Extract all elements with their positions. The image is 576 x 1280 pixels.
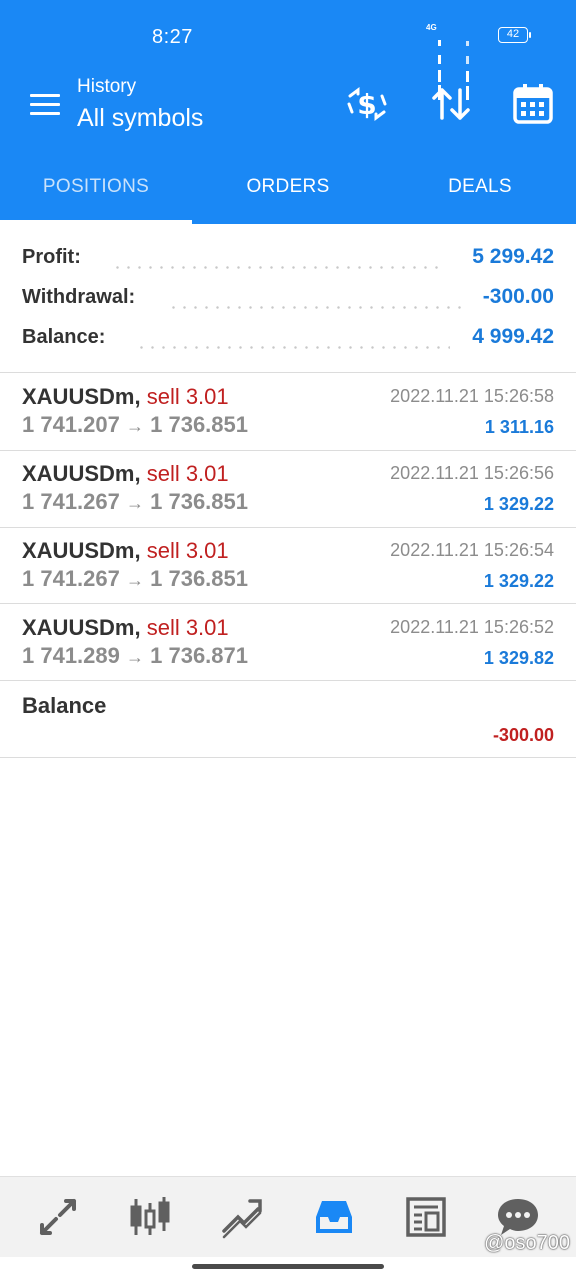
- withdrawal-value: -300.00: [482, 285, 554, 308]
- divider: [0, 372, 576, 373]
- news-icon[interactable]: [404, 1195, 448, 1239]
- deal-symbol: XAUUSDm,: [22, 615, 141, 640]
- deal-time: 2022.11.21 15:26:54: [390, 540, 554, 560]
- deposit-icon[interactable]: $: [346, 82, 388, 126]
- deal-open-price: 1 741.267: [22, 489, 120, 514]
- sort-icon[interactable]: [430, 82, 472, 126]
- deal-profit: 1 329.22: [483, 494, 554, 514]
- deal-close-price: 1 736.851: [150, 412, 248, 437]
- withdrawal-label: Withdrawal:: [22, 286, 136, 308]
- deal-close-price: 1 736.871: [150, 643, 248, 668]
- tab-orders[interactable]: ORDERS: [192, 150, 384, 224]
- chart-icon[interactable]: [128, 1195, 172, 1239]
- status-bar: 8:27 4G 42: [0, 0, 576, 100]
- deal-symbol-line: XAUUSDm, sell 3.01: [22, 538, 229, 564]
- dot-leader: [136, 346, 450, 349]
- arrow-right-icon: →: [126, 647, 144, 667]
- deal-row[interactable]: XAUUSDm, sell 3.01 2022.11.21 15:26:54 1…: [0, 528, 576, 604]
- deal-row[interactable]: XAUUSDm, sell 3.01 2022.11.21 15:26:58 1…: [0, 374, 576, 450]
- arrow-right-icon: →: [126, 493, 144, 513]
- arrow-right-icon: →: [126, 570, 144, 590]
- status-time: 8:27: [152, 26, 193, 48]
- divider: [0, 603, 576, 604]
- deal-close-price: 1 736.851: [150, 566, 248, 591]
- profit-value: 5 299.42: [472, 245, 554, 268]
- battery-icon: 42: [498, 27, 531, 43]
- watermark: @oso700: [484, 1232, 570, 1254]
- balance-row: Balance: 4 999.42: [0, 320, 576, 360]
- tab-positions[interactable]: POSITIONS: [0, 150, 192, 224]
- trade-icon[interactable]: [220, 1195, 264, 1239]
- svg-text:$: $: [357, 88, 376, 121]
- deal-profit: 1 311.16: [484, 417, 554, 437]
- balance-label: Balance:: [22, 326, 106, 348]
- deal-side: sell 3.01: [146, 384, 229, 409]
- deal-symbol-line: XAUUSDm, sell 3.01: [22, 384, 229, 410]
- deal-time: 2022.11.21 15:26:52: [390, 617, 554, 637]
- balance-value: 4 999.42: [472, 325, 554, 348]
- deal-prices: 1 741.267 → 1 736.851: [22, 489, 248, 515]
- profit-label: Profit:: [22, 246, 81, 268]
- calendar-icon[interactable]: [512, 82, 554, 126]
- deal-profit: 1 329.82: [483, 648, 554, 668]
- tab-deals[interactable]: DEALS: [384, 150, 576, 224]
- deal-symbol-line: XAUUSDm, sell 3.01: [22, 461, 229, 487]
- profit-row: Profit: 5 299.42: [0, 240, 576, 280]
- deal-close-price: 1 736.851: [150, 489, 248, 514]
- app-header: 8:27 4G 42 History All symbols $ POSITIO…: [0, 0, 576, 224]
- deal-side: sell 3.01: [146, 615, 229, 640]
- deal-prices: 1 741.207 → 1 736.851: [22, 412, 248, 438]
- header-title[interactable]: All symbols: [77, 104, 203, 133]
- divider: [0, 757, 576, 758]
- deal-row[interactable]: XAUUSDm, sell 3.01 2022.11.21 15:26:56 1…: [0, 451, 576, 527]
- deal-prices: 1 741.267 → 1 736.851: [22, 566, 248, 592]
- deal-symbol: XAUUSDm,: [22, 538, 141, 563]
- deal-side: sell 3.01: [146, 461, 229, 486]
- balance-entry-label: Balance: [22, 693, 107, 718]
- withdrawal-row: Withdrawal: -300.00: [0, 280, 576, 320]
- deal-open-price: 1 741.207: [22, 412, 120, 437]
- deal-side: sell 3.01: [146, 538, 229, 563]
- dot-leader: [112, 266, 446, 269]
- quotes-icon[interactable]: [36, 1195, 80, 1239]
- deal-symbol: XAUUSDm,: [22, 384, 141, 409]
- tab-bar: POSITIONS ORDERS DEALS: [0, 150, 576, 224]
- deal-row[interactable]: XAUUSDm, sell 3.01 2022.11.21 15:26:52 1…: [0, 605, 576, 681]
- deal-symbol-line: XAUUSDm, sell 3.01: [22, 615, 229, 641]
- deal-symbol: XAUUSDm,: [22, 461, 141, 486]
- deal-open-price: 1 741.289: [22, 643, 120, 668]
- deal-time: 2022.11.21 15:26:56: [390, 463, 554, 483]
- balance-entry-value: -300.00: [492, 725, 554, 745]
- header-subtitle: History: [77, 76, 137, 97]
- home-indicator[interactable]: [192, 1264, 384, 1269]
- balance-entry-row[interactable]: Balance -300.00: [0, 681, 576, 757]
- deal-open-price: 1 741.267: [22, 566, 120, 591]
- dot-leader: [168, 306, 466, 309]
- deal-profit: 1 329.22: [483, 571, 554, 591]
- deal-prices: 1 741.289 → 1 736.871: [22, 643, 248, 669]
- network-label: 4G: [426, 23, 437, 32]
- hamburger-menu-icon[interactable]: [30, 94, 60, 116]
- active-tab-indicator: [0, 220, 192, 224]
- arrow-right-icon: →: [126, 416, 144, 436]
- history-icon[interactable]: [312, 1195, 356, 1239]
- deal-time: 2022.11.21 15:26:58: [390, 386, 554, 406]
